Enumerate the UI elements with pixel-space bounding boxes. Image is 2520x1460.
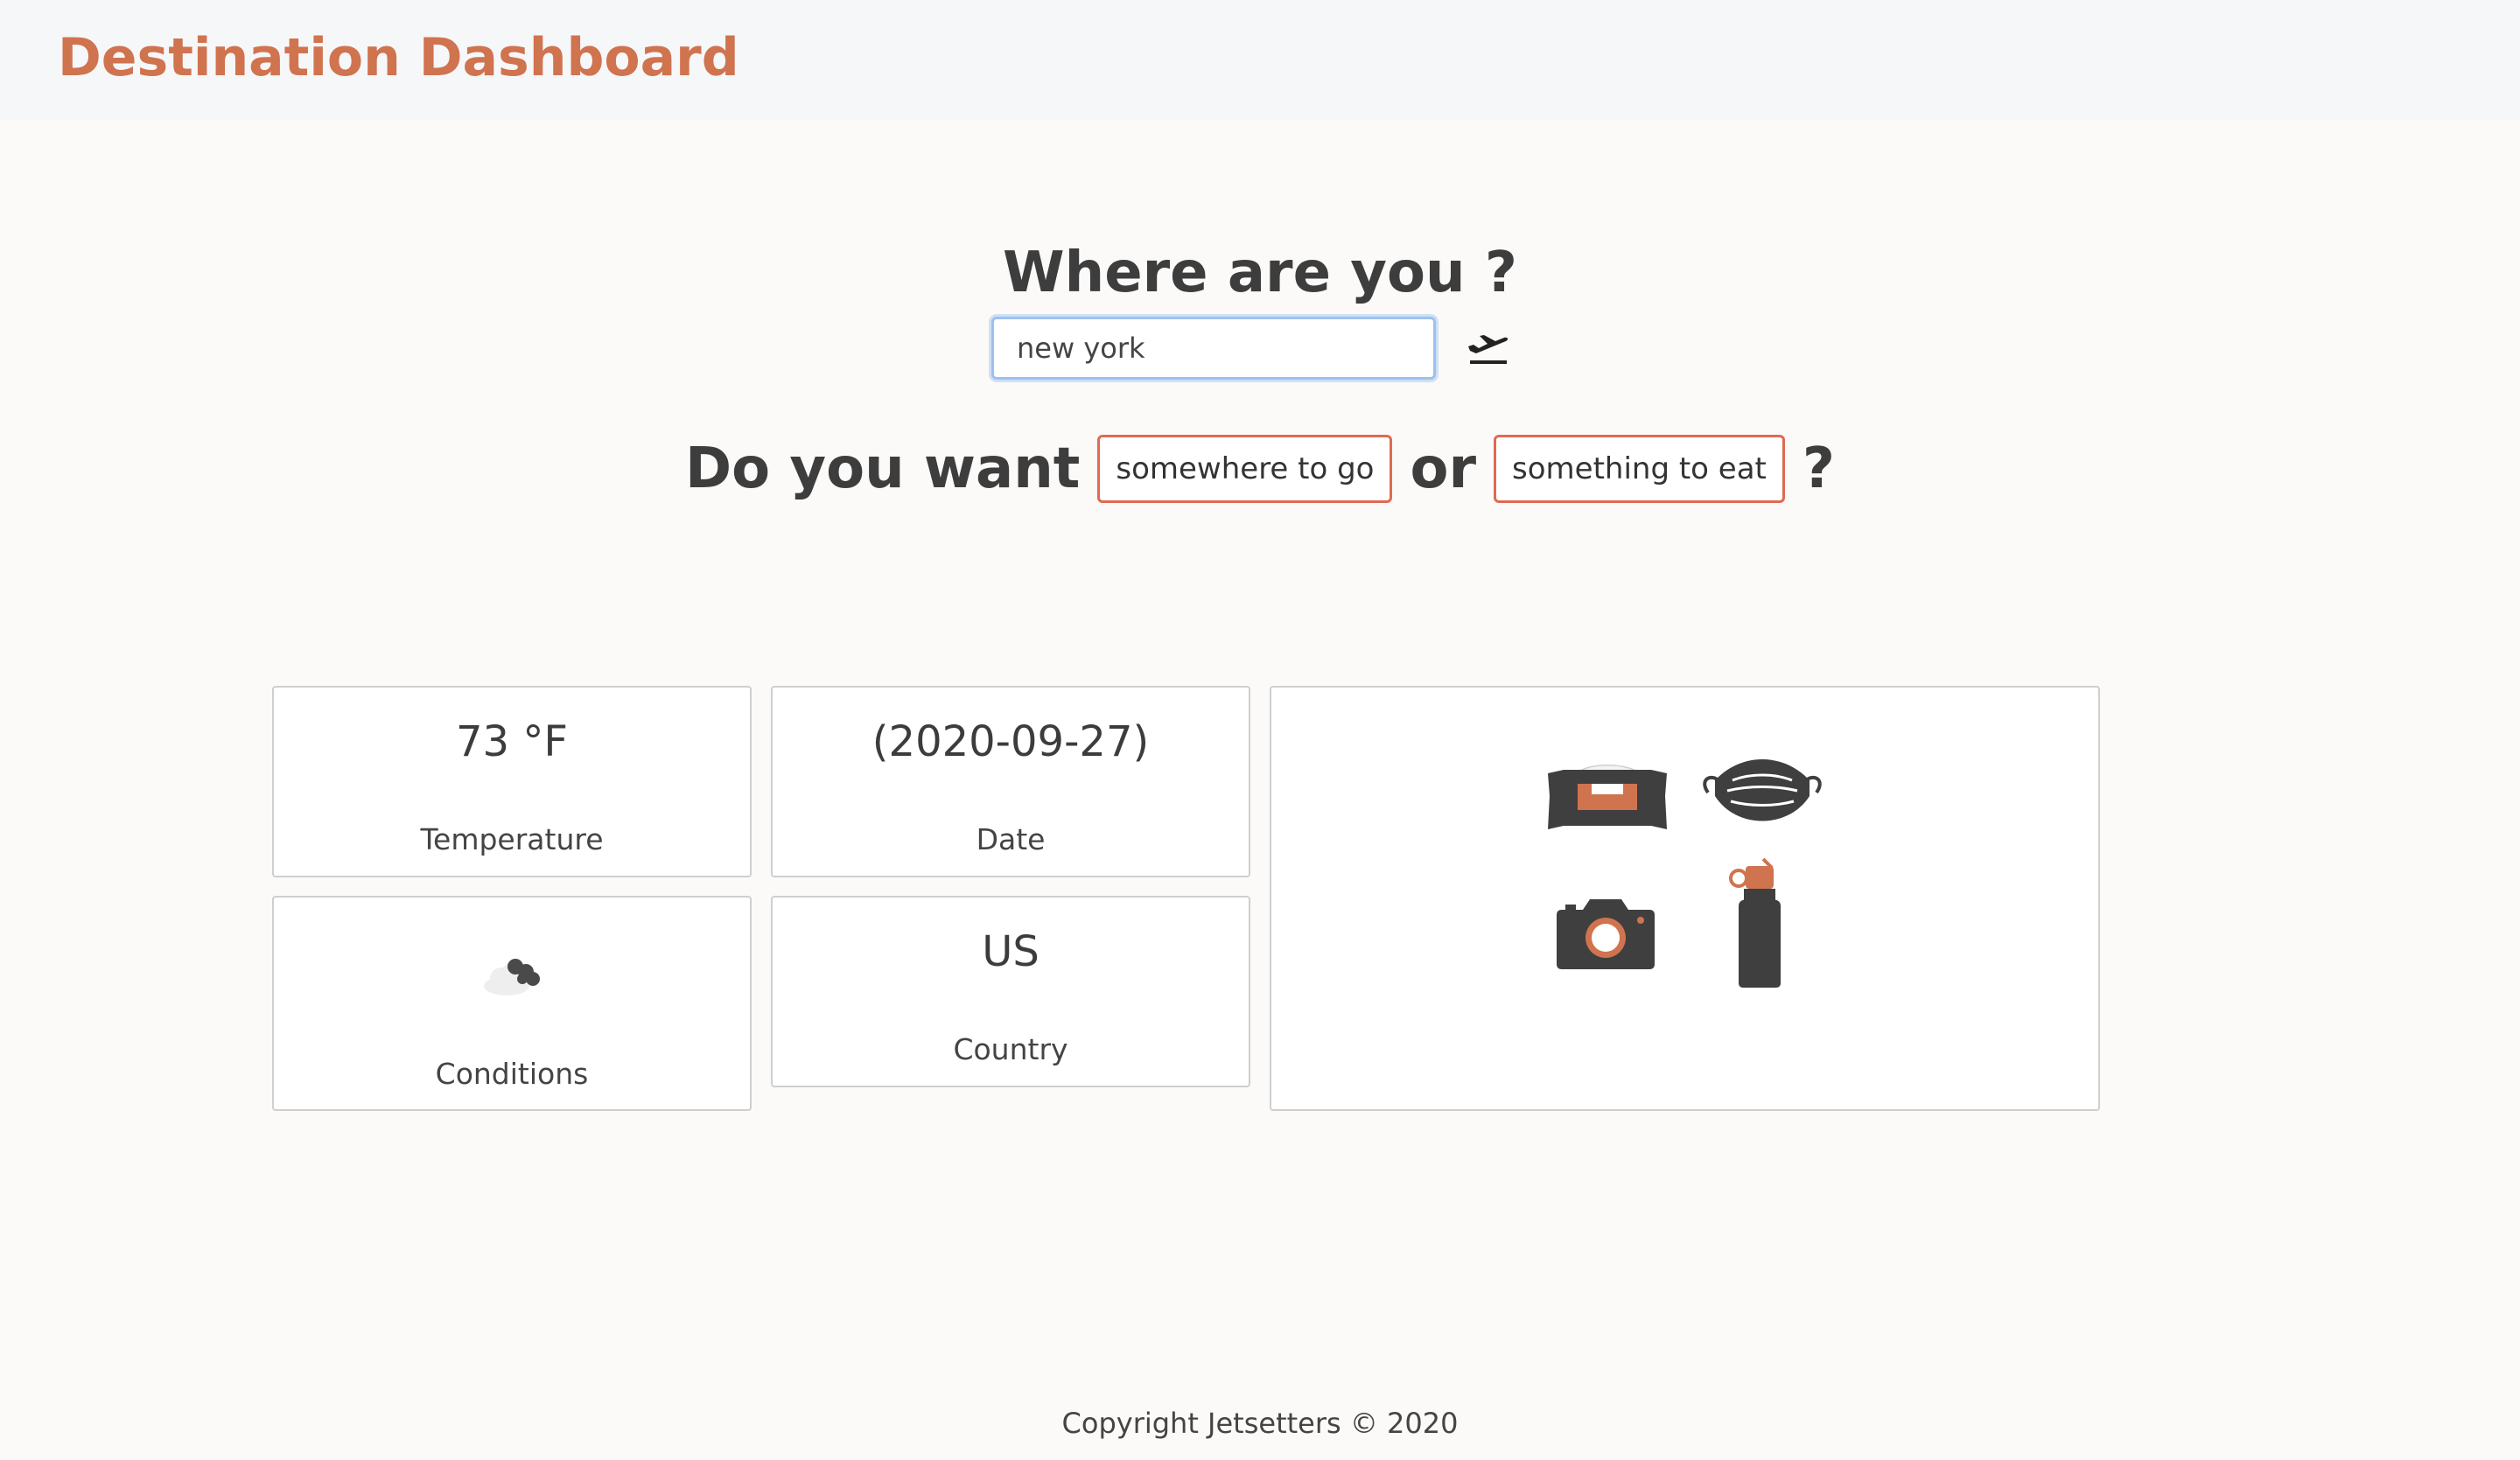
country-label: Country (953, 1032, 1068, 1066)
question-prefix: Do you want (685, 437, 1081, 501)
somewhere-to-go-button[interactable]: somewhere to go (1097, 435, 1393, 503)
question-row: Do you want somewhere to go or something… (0, 427, 2520, 511)
question-connector: or (1410, 437, 1477, 501)
face-mask-icon (1703, 759, 1822, 821)
header-bar: Destination Dashboard (0, 0, 2520, 121)
date-value: (2020-09-27) (872, 717, 1150, 766)
app-title: Destination Dashboard (58, 27, 739, 88)
footer-copyright: Copyright Jetsetters © 2020 (1061, 1407, 1459, 1440)
water-bottle-icon (1729, 857, 1781, 988)
country-card: US Country (771, 896, 1250, 1087)
tissue-box-icon (1548, 765, 1667, 829)
temperature-label: Temperature (420, 822, 604, 856)
airplane-departure-icon (1468, 335, 1508, 364)
conditions-card: Conditions (272, 896, 752, 1111)
date-card: (2020-09-27) Date (771, 686, 1250, 877)
temperature-card: 73 °F Temperature (272, 686, 752, 877)
question-suffix: ? (1802, 437, 1835, 501)
temperature-value: 73 °F (456, 717, 568, 766)
conditions-label: Conditions (435, 1057, 589, 1091)
location-input[interactable] (991, 317, 1436, 380)
country-value: US (982, 927, 1040, 976)
camera-icon (1557, 899, 1655, 969)
packing-card (1270, 686, 2100, 1111)
date-label: Date (976, 822, 1046, 856)
cloudy-icon (484, 959, 540, 995)
location-heading: Where are you ? (1003, 241, 1517, 305)
something-to-eat-button[interactable]: something to eat (1494, 435, 1785, 503)
search-submit-button[interactable] (1465, 325, 1512, 369)
